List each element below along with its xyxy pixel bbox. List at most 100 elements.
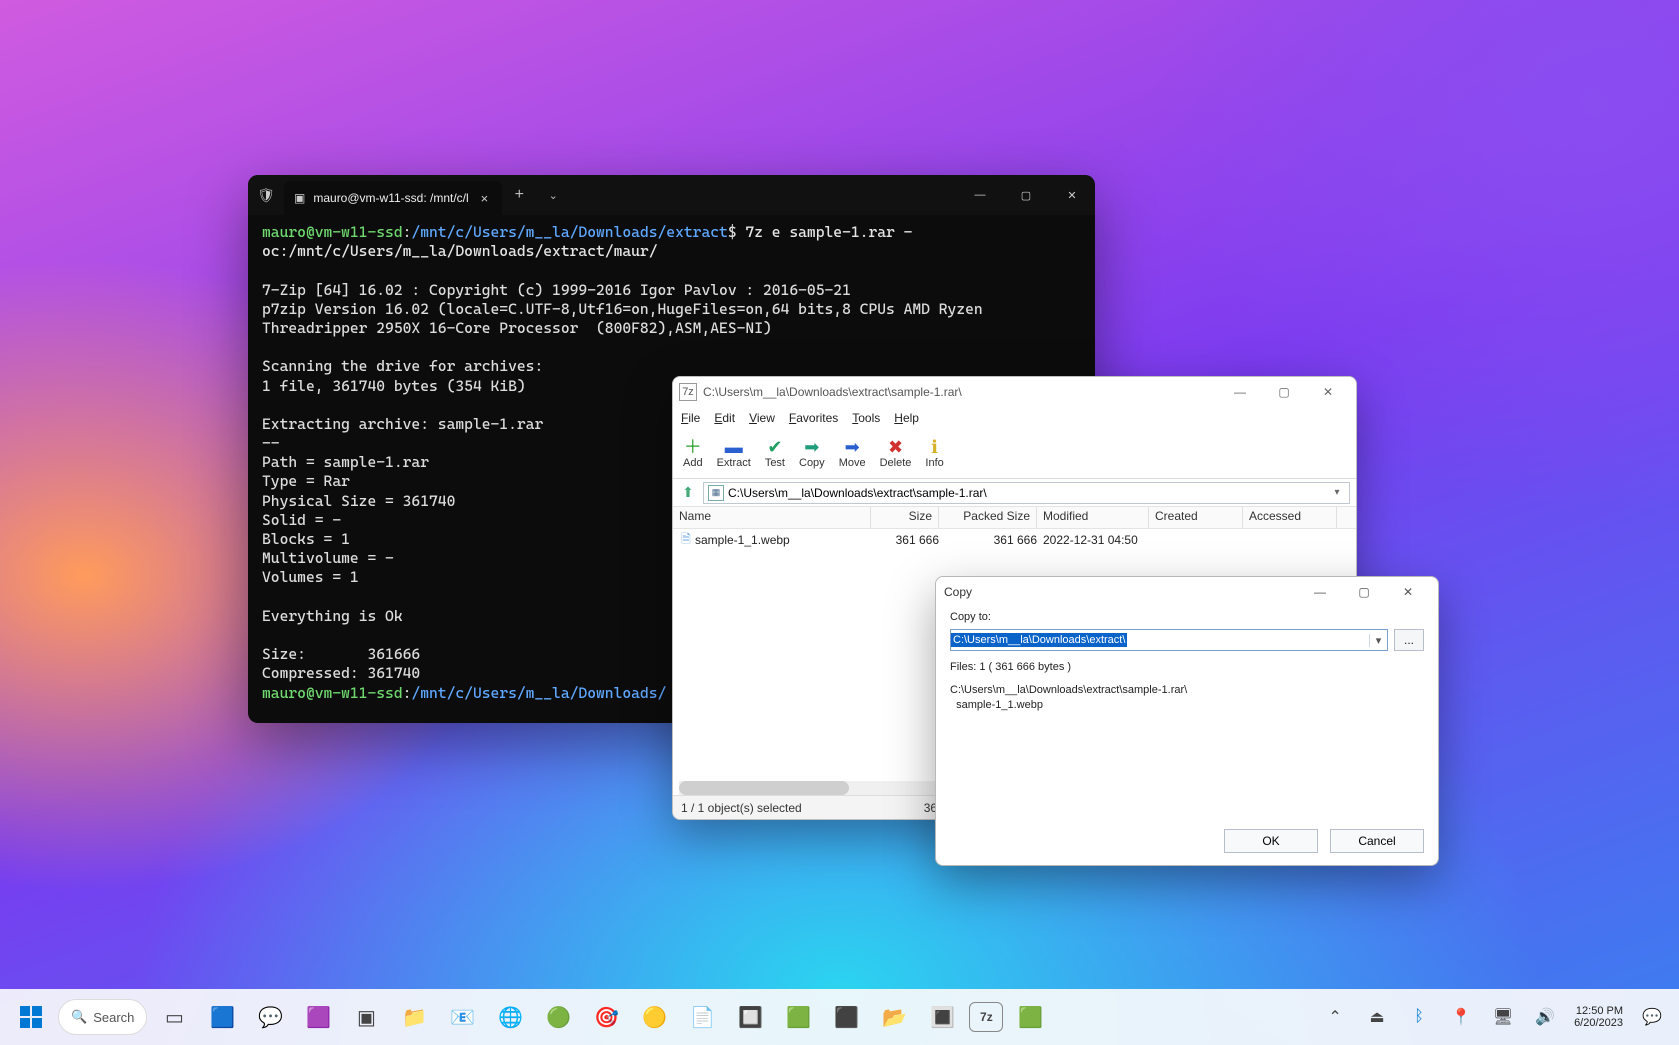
toolbar-delete[interactable]: ✖Delete <box>880 438 912 469</box>
close-button[interactable]: ✕ <box>1049 175 1095 215</box>
taskbar-search[interactable]: 🔍 Search <box>58 999 147 1035</box>
prompt-user: mauro@vm-w11-ssd <box>262 223 403 241</box>
up-folder-icon[interactable]: ⬆ <box>679 484 697 501</box>
edge-icon[interactable]: 🌐 <box>489 996 531 1038</box>
copy-to-input[interactable]: C:\Users\m__la\Downloads\extract\ ▾ <box>950 629 1388 651</box>
bluetooth-icon[interactable]: ᛒ <box>1402 996 1436 1038</box>
prompt-path: /mnt/c/Users/m__la/Downloads/extract <box>411 223 727 241</box>
chat-icon[interactable]: 💬 <box>249 996 291 1038</box>
address-input[interactable]: ▦ C:\Users\m__la\Downloads\extract\sampl… <box>703 482 1350 504</box>
col-created[interactable]: Created <box>1149 507 1243 528</box>
menu-edit[interactable]: Edit <box>714 411 735 425</box>
7zip-menubar[interactable]: File Edit View Favorites Tools Help <box>673 407 1356 429</box>
col-size[interactable]: Size <box>871 507 939 528</box>
file-icon: 🗎 <box>677 530 695 551</box>
close-button[interactable]: ✕ <box>1306 385 1350 399</box>
file-list[interactable]: 🗎sample-1_1.webp361 666361 6662022-12-31… <box>673 529 1356 551</box>
horizontal-scrollbar[interactable] <box>679 781 939 795</box>
tray-chevron-icon[interactable]: ⌃ <box>1318 996 1352 1038</box>
toolbar-move[interactable]: ➡Move <box>839 438 866 469</box>
task-view-icon[interactable]: ▭ <box>153 996 195 1038</box>
dropdown-icon[interactable]: ▾ <box>1369 634 1387 647</box>
7zip-title-path: C:\Users\m__la\Downloads\extract\sample-… <box>703 385 962 399</box>
browse-button[interactable]: ... <box>1394 629 1424 651</box>
time-text: 12:50 PM <box>1574 1005 1623 1017</box>
col-packed[interactable]: Packed Size <box>939 507 1037 528</box>
info-icon: ℹ <box>931 438 938 456</box>
dropdown-icon[interactable]: ▾ <box>1329 487 1345 498</box>
app-icon-9[interactable]: ⬛ <box>825 996 867 1038</box>
col-accessed[interactable]: Accessed <box>1243 507 1337 528</box>
toolbar-add[interactable]: ＋Add <box>683 438 703 469</box>
toolbar-test[interactable]: ✔Test <box>765 438 785 469</box>
minimize-button[interactable]: — <box>1298 585 1342 599</box>
usb-icon[interactable]: ⏏ <box>1360 996 1394 1038</box>
menu-tools[interactable]: Tools <box>852 411 880 425</box>
terminal-titlebar[interactable]: 🛡 ▣ mauro@vm-w11-ssd: /mnt/c/l × + ⌄ — ▢… <box>248 175 1095 215</box>
maximize-button[interactable]: ▢ <box>1262 385 1306 399</box>
files-summary: Files: 1 ( 361 666 bytes ) <box>950 661 1424 673</box>
minimize-button[interactable]: — <box>1218 385 1262 399</box>
dialog-title: Copy <box>944 585 972 599</box>
menu-favorites[interactable]: Favorites <box>789 411 838 425</box>
7zip-app-icon: 7z <box>679 383 697 401</box>
scrollbar-thumb[interactable] <box>679 781 849 795</box>
toolbar-info[interactable]: ℹInfo <box>925 438 943 469</box>
outlook-icon[interactable]: 📧 <box>441 996 483 1038</box>
toolbar-extract[interactable]: ▬Extract <box>717 438 751 469</box>
widgets-icon[interactable]: 🟦 <box>201 996 243 1038</box>
copy-to-label: Copy to: <box>950 611 1424 623</box>
ok-button[interactable]: OK <box>1224 829 1318 853</box>
explorer-icon[interactable]: 📁 <box>393 996 435 1038</box>
toolbar-copy[interactable]: ➡Copy <box>799 438 825 469</box>
7zip-titlebar[interactable]: 7z C:\Users\m__la\Downloads\extract\samp… <box>673 377 1356 407</box>
network-icon[interactable]: 🖥 <box>1486 996 1520 1038</box>
edge-beta-icon[interactable]: 🟢 <box>537 996 579 1038</box>
menu-help[interactable]: Help <box>894 411 919 425</box>
menu-file[interactable]: File <box>681 411 700 425</box>
date-text: 6/20/2023 <box>1574 1017 1623 1029</box>
copy-dialog-titlebar[interactable]: Copy — ▢ ✕ <box>936 577 1438 607</box>
copy-icon: ➡ <box>804 438 819 456</box>
col-name[interactable]: Name <box>673 507 871 528</box>
app-icon-11[interactable]: 🔳 <box>921 996 963 1038</box>
column-headers[interactable]: Name Size Packed Size Modified Created A… <box>673 507 1356 529</box>
terminal-tab-icon: ▣ <box>294 191 305 205</box>
taskbar[interactable]: 🔍 Search ▭ 🟦 💬 🟪 ▣ 📁 📧 🌐 🟢 🎯 🟡 📄 🔲 🟩 ⬛ 📂… <box>0 989 1679 1045</box>
copy-dialog: Copy — ▢ ✕ Copy to: C:\Users\m__la\Downl… <box>935 576 1439 866</box>
start-button[interactable] <box>10 996 52 1038</box>
copy-file-list: C:\Users\m__la\Downloads\extract\sample-… <box>950 683 1424 713</box>
copy-to-value: C:\Users\m__la\Downloads\extract\ <box>951 633 1127 647</box>
table-row[interactable]: 🗎sample-1_1.webp361 666361 6662022-12-31… <box>673 529 1356 551</box>
terminal-taskbar-icon[interactable]: ▣ <box>345 996 387 1038</box>
delete-icon: ✖ <box>888 438 903 456</box>
7zip-taskbar-icon[interactable]: 7z <box>969 1002 1003 1032</box>
volume-icon[interactable]: 🔊 <box>1528 996 1562 1038</box>
chrome-icon[interactable]: 🎯 <box>585 996 627 1038</box>
tab-dropdown-icon[interactable]: ⌄ <box>536 175 570 215</box>
terminal-tab[interactable]: ▣ mauro@vm-w11-ssd: /mnt/c/l × <box>284 181 502 215</box>
app-icon-10[interactable]: 📂 <box>873 996 915 1038</box>
app-icon-1[interactable]: 🟪 <box>297 996 339 1038</box>
chrome-canary-icon[interactable]: 🟡 <box>633 996 675 1038</box>
address-text: C:\Users\m__la\Downloads\extract\sample-… <box>728 486 987 500</box>
maximize-button[interactable]: ▢ <box>1342 585 1386 599</box>
close-icon[interactable]: × <box>477 191 493 206</box>
maximize-button[interactable]: ▢ <box>1003 175 1049 215</box>
notepad-icon[interactable]: 📄 <box>681 996 723 1038</box>
search-placeholder: Search <box>93 1010 134 1025</box>
prompt-user-2: mauro@vm-w11-ssd <box>262 684 403 702</box>
app-icon-8[interactable]: 🟩 <box>777 996 819 1038</box>
taskbar-clock[interactable]: 12:50 PM 6/20/2023 <box>1570 1005 1627 1029</box>
close-button[interactable]: ✕ <box>1386 585 1430 599</box>
cancel-button[interactable]: Cancel <box>1330 829 1424 853</box>
app-icon-12[interactable]: 🟩 <box>1009 996 1051 1038</box>
new-tab-button[interactable]: + <box>502 175 536 215</box>
col-modified[interactable]: Modified <box>1037 507 1149 528</box>
location-icon[interactable]: 📍 <box>1444 996 1478 1038</box>
notifications-icon[interactable]: 💬 <box>1635 996 1669 1038</box>
menu-view[interactable]: View <box>749 411 775 425</box>
app-icon-7[interactable]: 🔲 <box>729 996 771 1038</box>
move-icon: ➡ <box>845 438 860 456</box>
minimize-button[interactable]: — <box>957 175 1003 215</box>
